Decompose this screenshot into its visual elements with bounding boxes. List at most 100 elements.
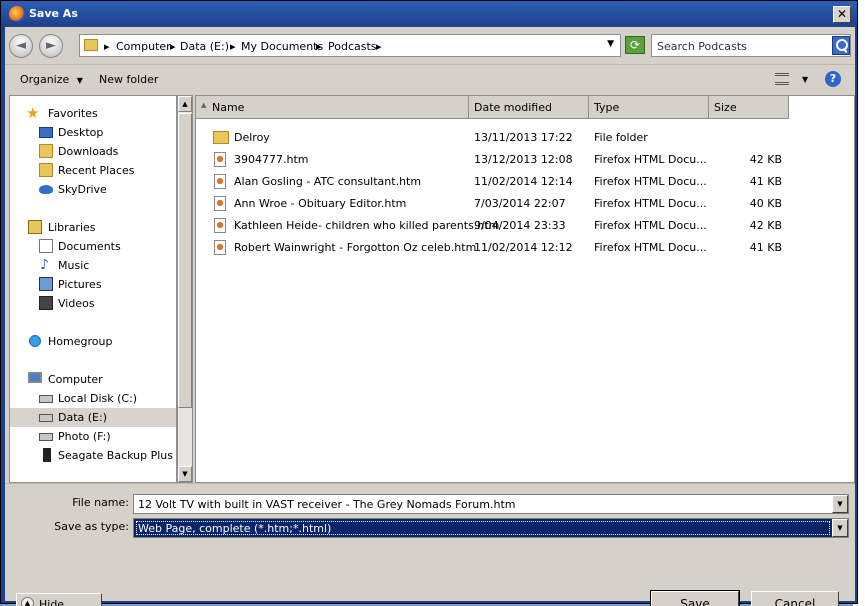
sidebar-item-label: Homegroup bbox=[48, 335, 113, 348]
breadcrumb-my-documents[interactable]: My Documents bbox=[241, 40, 323, 53]
hide-folders-label: Hide Folders bbox=[39, 598, 65, 606]
breadcrumb-computer[interactable]: Computer bbox=[116, 40, 171, 53]
file-date: 11/02/2014 12:14 bbox=[474, 175, 573, 188]
file-row[interactable]: Robert Wainwright - Forgotton Oz celeb.h… bbox=[196, 237, 854, 259]
sidebar-item-skydrive[interactable]: SkyDrive bbox=[10, 180, 176, 199]
organize-button[interactable]: Organize ▼ bbox=[20, 73, 83, 86]
column-size-label: Size bbox=[714, 101, 737, 114]
file-size: 42 KB bbox=[749, 219, 782, 232]
skydrive-icon bbox=[39, 185, 53, 194]
hide-folders-button[interactable]: ▲ Hide Folders bbox=[16, 593, 102, 606]
sidebar-item-label: SkyDrive bbox=[58, 183, 107, 196]
column-date-label: Date modified bbox=[474, 101, 552, 114]
sidebar-item-homegroup[interactable]: Homegroup bbox=[10, 332, 176, 351]
sidebar-item-label: Videos bbox=[58, 297, 95, 310]
sidebar-item-downloads[interactable]: Downloads bbox=[10, 142, 176, 161]
firefox-file-icon bbox=[214, 174, 226, 189]
back-button[interactable]: ◄ bbox=[9, 34, 33, 58]
sidebar-item-label: Seagate Backup Plus Drive bbox=[58, 449, 176, 462]
crumb-separator[interactable]: ▸ bbox=[170, 40, 176, 53]
sidebar-item-desktop[interactable]: Desktop bbox=[10, 123, 176, 142]
close-button[interactable]: ✕ bbox=[833, 6, 851, 23]
sidebar-item-label: Recent Places bbox=[58, 164, 135, 177]
sidebar-item-photo-f[interactable]: Photo (F:) bbox=[10, 427, 176, 446]
scroll-up-arrow[interactable]: ▲ bbox=[178, 96, 192, 112]
breadcrumb-data-e[interactable]: Data (E:) bbox=[180, 40, 229, 53]
file-row[interactable]: Kathleen Heide- children who killed pare… bbox=[196, 215, 854, 237]
cancel-button[interactable]: Cancel bbox=[751, 591, 839, 606]
view-dropdown-icon[interactable]: ▼ bbox=[802, 75, 808, 84]
documents-icon bbox=[39, 239, 53, 253]
sidebar-item-music[interactable]: ♪ Music bbox=[10, 256, 176, 275]
file-type: Firefox HTML Docu... bbox=[594, 175, 707, 188]
file-row[interactable]: Ann Wroe - Obituary Editor.htm 7/03/2014… bbox=[196, 193, 854, 215]
breadcrumb-podcasts[interactable]: Podcasts bbox=[328, 40, 377, 53]
help-icon[interactable]: ? bbox=[825, 71, 841, 87]
forward-button[interactable]: ► bbox=[39, 34, 63, 58]
sidebar-item-libraries[interactable]: Libraries bbox=[10, 218, 176, 237]
crumb-separator[interactable]: ▸ bbox=[104, 40, 110, 53]
file-row[interactable]: 3904777.htm 13/12/2013 12:08 Firefox HTM… bbox=[196, 149, 854, 171]
sidebar-item-documents[interactable]: Documents bbox=[10, 237, 176, 256]
file-name: Kathleen Heide- children who killed pare… bbox=[234, 219, 500, 232]
column-header-type[interactable]: Type bbox=[589, 96, 709, 119]
file-name-field[interactable]: 12 Volt TV with built in VAST receiver -… bbox=[133, 494, 849, 514]
sidebar-item-local-disk-c[interactable]: Local Disk (C:) bbox=[10, 389, 176, 408]
file-name-value: 12 Volt TV with built in VAST receiver -… bbox=[138, 498, 516, 511]
organize-dropdown-icon: ▼ bbox=[76, 76, 83, 85]
file-size: 42 KB bbox=[749, 153, 782, 166]
column-header-name[interactable]: Name ▲ bbox=[196, 96, 469, 119]
new-folder-button[interactable]: New folder bbox=[99, 73, 158, 86]
file-row-delroy[interactable]: Delroy 13/11/2013 17:22 File folder bbox=[196, 127, 854, 149]
search-placeholder: Search Podcasts bbox=[657, 40, 747, 53]
save-type-select[interactable]: Web Page, complete (*.htm;*.html) ▼ bbox=[133, 518, 849, 538]
file-name: Robert Wainwright - Forgotton Oz celeb.h… bbox=[234, 241, 477, 254]
crumb-separator[interactable]: ▸ bbox=[316, 40, 322, 53]
chevron-up-icon: ▲ bbox=[21, 597, 34, 606]
sidebar-item-videos[interactable]: Videos bbox=[10, 294, 176, 313]
save-type-value: Web Page, complete (*.htm;*.html) bbox=[138, 522, 332, 535]
navigation-scrollbar[interactable]: ▲ ▼ bbox=[177, 95, 193, 483]
sidebar-item-favorites[interactable]: ★ Favorites bbox=[10, 104, 176, 123]
sidebar-item-label: Documents bbox=[58, 240, 121, 253]
refresh-button[interactable]: ⟳ bbox=[625, 36, 645, 54]
chevron-down-icon[interactable]: ▼ bbox=[832, 519, 848, 537]
folder-icon bbox=[213, 131, 229, 144]
chevron-down-icon[interactable]: ▼ bbox=[832, 495, 848, 513]
search-input[interactable]: Search Podcasts bbox=[651, 34, 851, 57]
column-header-size[interactable]: Size bbox=[709, 96, 789, 119]
scroll-down-arrow[interactable]: ▼ bbox=[178, 466, 192, 482]
sidebar-item-pictures[interactable]: Pictures bbox=[10, 275, 176, 294]
sidebar-item-seagate[interactable]: Seagate Backup Plus Drive bbox=[10, 446, 176, 465]
file-name: Ann Wroe - Obituary Editor.htm bbox=[234, 197, 407, 210]
address-dropdown-icon[interactable]: ▼ bbox=[607, 39, 614, 49]
sidebar-item-label: Pictures bbox=[58, 278, 102, 291]
search-icon[interactable] bbox=[832, 36, 850, 55]
file-date: 13/11/2013 17:22 bbox=[474, 131, 573, 144]
downloads-icon bbox=[39, 144, 53, 158]
column-header-date[interactable]: Date modified bbox=[469, 96, 589, 119]
sidebar-item-computer[interactable]: Computer bbox=[10, 370, 176, 389]
file-type: Firefox HTML Docu... bbox=[594, 219, 707, 232]
dialog-client: ◄ ► ▸ Computer ▸ Data (E:) ▸ My Document… bbox=[5, 27, 855, 606]
crumb-separator[interactable]: ▸ bbox=[376, 40, 382, 53]
command-toolbar: Organize ▼ New folder ▼ ? bbox=[5, 64, 855, 94]
firefox-icon bbox=[9, 6, 25, 22]
save-as-dialog: Save As ✕ ◄ ► ▸ Computer ▸ Data (E:) ▸ M… bbox=[0, 0, 858, 606]
save-button[interactable]: Save bbox=[650, 590, 740, 606]
file-list: Name ▲ Date modified Type Size Delroy 13… bbox=[195, 95, 855, 483]
view-options-icon[interactable] bbox=[775, 73, 789, 85]
crumb-separator[interactable]: ▸ bbox=[230, 40, 236, 53]
sidebar-item-data-e[interactable]: Data (E:) bbox=[10, 408, 176, 427]
pictures-icon bbox=[39, 277, 53, 291]
file-row[interactable]: Alan Gosling - ATC consultant.htm 11/02/… bbox=[196, 171, 854, 193]
scroll-thumb[interactable] bbox=[178, 113, 192, 408]
address-bar[interactable]: ▸ Computer ▸ Data (E:) ▸ My Documents ▸ … bbox=[79, 34, 621, 57]
music-icon: ♪ bbox=[40, 257, 49, 273]
file-date: 11/02/2014 12:12 bbox=[474, 241, 573, 254]
sidebar-item-recent-places[interactable]: Recent Places bbox=[10, 161, 176, 180]
file-type: Firefox HTML Docu... bbox=[594, 197, 707, 210]
folder-icon bbox=[84, 39, 98, 51]
drive-icon bbox=[39, 395, 53, 403]
dialog-title: Save As bbox=[29, 7, 78, 20]
